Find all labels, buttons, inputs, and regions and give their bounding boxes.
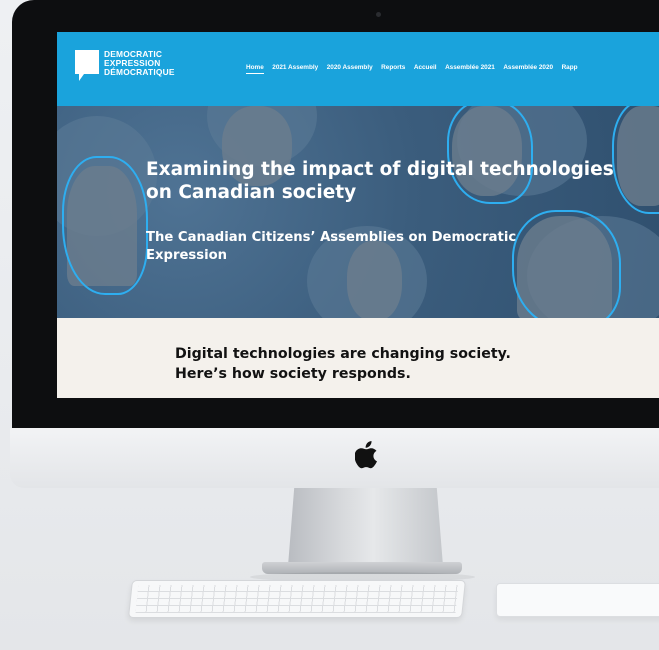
imac-chin — [10, 428, 659, 488]
keyboard — [128, 580, 466, 618]
nav-item-assemblee-2021[interactable]: Assemblée 2021 — [445, 64, 495, 74]
nav-item-assemblee-2020[interactable]: Assemblée 2020 — [503, 64, 553, 74]
hero-banner: Examining the impact of digital technolo… — [57, 106, 659, 318]
site-header: DEMOCRATIC EXPRESSION DÉMOCRATIQUE Home … — [57, 32, 659, 106]
nav-item-2020-assembly[interactable]: 2020 Assembly — [327, 64, 373, 74]
keyboard-keys — [135, 585, 459, 613]
website-screen: DEMOCRATIC EXPRESSION DÉMOCRATIQUE Home … — [57, 32, 659, 398]
trackpad — [496, 583, 659, 617]
logo-text: DEMOCRATIC EXPRESSION DÉMOCRATIQUE — [104, 50, 175, 77]
site-logo[interactable]: DEMOCRATIC EXPRESSION DÉMOCRATIQUE — [75, 50, 175, 82]
tagline-line-1: Digital technologies are changing societ… — [175, 346, 511, 362]
imac-stand — [288, 488, 443, 566]
nav-item-reports[interactable]: Reports — [381, 64, 405, 74]
tagline-line-2: Here’s how society responds. — [175, 366, 411, 382]
hero-subtitle: The Canadian Citizens’ Assemblies on Dem… — [146, 230, 517, 263]
main-nav: Home 2021 Assembly 2020 Assembly Reports… — [246, 64, 586, 74]
speech-bubble-icon — [75, 50, 99, 82]
hero-outline-shape — [62, 156, 148, 295]
imac-display-bezel: DEMOCRATIC EXPRESSION DÉMOCRATIQUE Home … — [12, 0, 659, 428]
apple-logo-icon — [354, 441, 379, 473]
logo-line-3: DÉMOCRATIQUE — [104, 67, 175, 77]
tagline: Digital technologies are changing societ… — [175, 344, 575, 384]
nav-item-2021-assembly[interactable]: 2021 Assembly — [272, 64, 318, 74]
nav-item-home[interactable]: Home — [246, 64, 264, 74]
nav-item-accueil[interactable]: Accueil — [414, 64, 437, 74]
hero-title: Examining the impact of digital technolo… — [146, 159, 614, 203]
nav-item-rapports[interactable]: Rapp — [562, 64, 578, 74]
camera-icon — [376, 12, 381, 17]
